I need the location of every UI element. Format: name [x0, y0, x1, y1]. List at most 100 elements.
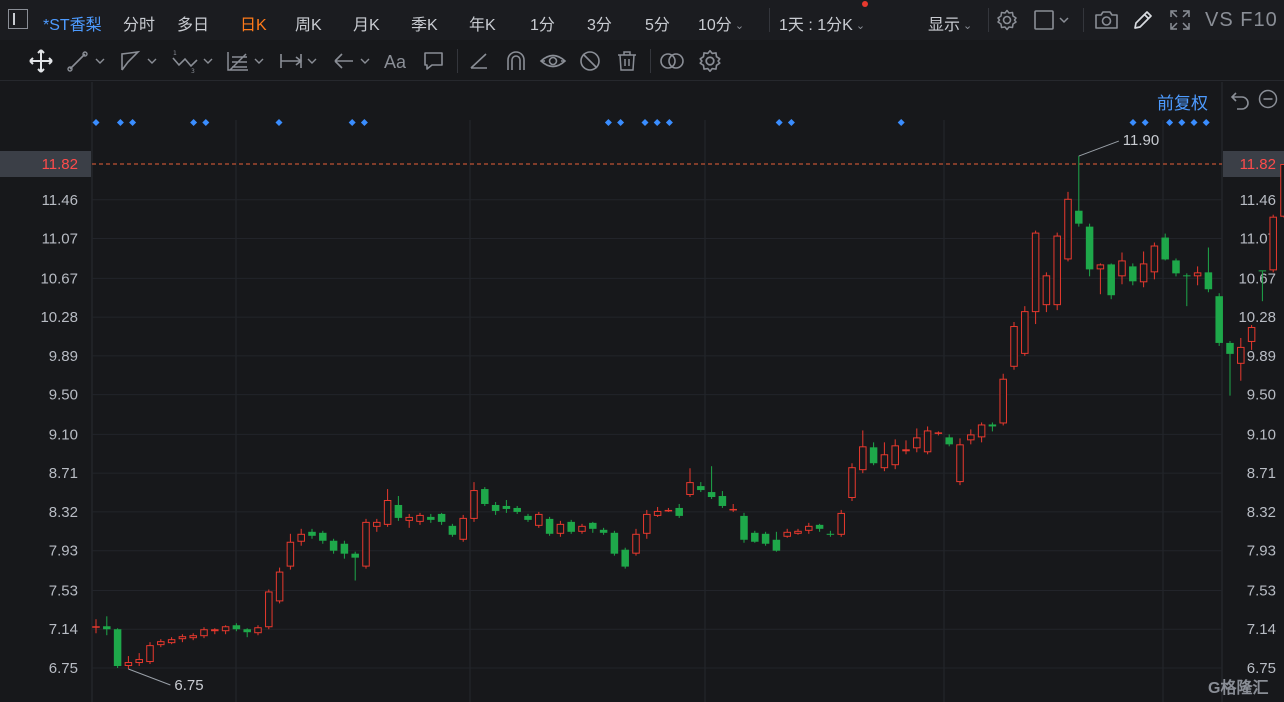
- candle-body: [232, 625, 241, 630]
- candle-body: [221, 626, 230, 632]
- top-bar: *ST香梨 分时 多日 日K 周K 月K 季K 年K 1分 3分 5分 10分 ⌄…: [0, 0, 1284, 40]
- trash-icon[interactable]: [614, 48, 640, 74]
- display-menu-button[interactable]: 显示 ⌄: [928, 11, 972, 35]
- candle-body: [1075, 210, 1083, 224]
- candle-body: [675, 507, 683, 516]
- candle-body: [956, 444, 964, 483]
- line-icon[interactable]: [66, 48, 110, 74]
- candle-body: [945, 437, 953, 445]
- candle-body: [297, 533, 305, 542]
- candle-body: [772, 539, 781, 551]
- link-icon[interactable]: [658, 48, 686, 74]
- pencil-icon[interactable]: [1131, 8, 1155, 32]
- candle-body: [977, 424, 986, 438]
- price-adjust-toggle[interactable]: 前复权: [1157, 89, 1208, 114]
- candle-body: [988, 424, 997, 427]
- tab-1min[interactable]: 1分: [530, 11, 555, 35]
- vs-f10-button[interactable]: VS F10: [1205, 9, 1278, 32]
- candle-body: [200, 629, 208, 637]
- layout-select-icon[interactable]: [1033, 8, 1073, 32]
- tab-quarter-k[interactable]: 季K: [411, 11, 438, 35]
- wave-icon[interactable]: 1 3: [170, 48, 218, 74]
- arrow-icon[interactable]: [331, 48, 375, 74]
- candle-body: [524, 515, 532, 520]
- tab-month-k[interactable]: 月K: [353, 11, 380, 35]
- channel-icon[interactable]: [118, 48, 162, 74]
- candle-body: [578, 525, 586, 532]
- panel-toggle-icon[interactable]: [8, 9, 28, 29]
- undo-icon[interactable]: [1229, 89, 1251, 111]
- tab-custom-period[interactable]: 1天 : 1分K ⌄: [779, 11, 865, 35]
- toolbar-divider: [1083, 8, 1084, 32]
- y-tick-label-left: 7.14: [49, 621, 78, 638]
- low-price-label: 6.75: [174, 677, 203, 694]
- settings-gear-icon[interactable]: [995, 8, 1019, 32]
- tab-5min[interactable]: 5分: [645, 11, 670, 35]
- candle-body: [470, 490, 478, 519]
- event-marker: [1178, 119, 1186, 126]
- candle-body: [1204, 272, 1213, 290]
- candle-body: [621, 549, 629, 567]
- y-tick-label-right: 11.82: [1240, 156, 1276, 173]
- candle-body: [783, 531, 791, 537]
- event-marker: [617, 119, 625, 126]
- candle-body: [265, 591, 273, 628]
- tab-intraday[interactable]: 分时: [123, 11, 155, 35]
- candle-body: [1021, 311, 1029, 354]
- fullscreen-icon[interactable]: [1168, 8, 1192, 32]
- candle-body: [1258, 270, 1267, 272]
- candle-body: [157, 641, 165, 646]
- fib-icon[interactable]: [225, 48, 269, 74]
- candle-body: [329, 540, 338, 551]
- drawing-toolbar: 1 3 Aa: [0, 41, 1284, 81]
- text-icon[interactable]: Aa: [384, 52, 406, 78]
- eye-icon[interactable]: [539, 48, 567, 74]
- event-marker: [116, 119, 124, 126]
- tab-custom-period-label: 1天 : 1分K: [779, 17, 853, 34]
- pen-icon[interactable]: [466, 48, 492, 74]
- hide-icon[interactable]: [577, 48, 603, 74]
- candle-body: [610, 532, 619, 554]
- candle-body: [707, 492, 716, 498]
- candle-body: [437, 513, 446, 522]
- candle-body: [999, 378, 1007, 424]
- candle-body: [1161, 237, 1169, 260]
- y-tick-label-left: 9.89: [49, 348, 78, 365]
- candle-body: [923, 430, 932, 453]
- magnet-icon[interactable]: [503, 48, 529, 74]
- candle-body: [902, 449, 910, 452]
- candle-body: [826, 533, 835, 535]
- candle-body: [362, 521, 370, 567]
- zoom-out-icon[interactable]: [1258, 89, 1278, 109]
- stock-name[interactable]: *ST香梨: [43, 11, 102, 35]
- candle-body: [729, 508, 737, 511]
- event-marker: [665, 119, 673, 126]
- camera-icon[interactable]: [1094, 8, 1120, 32]
- move-icon[interactable]: [28, 48, 54, 74]
- tab-week-k[interactable]: 周K: [295, 11, 322, 35]
- tab-3min[interactable]: 3分: [587, 11, 612, 35]
- y-tick-label-left: 11.46: [42, 192, 78, 209]
- tab-10min[interactable]: 10分 ⌄: [698, 11, 744, 35]
- event-marker: [1202, 119, 1210, 126]
- measure-icon[interactable]: [278, 48, 322, 74]
- candle-body: [913, 437, 921, 449]
- candle-body: [805, 525, 813, 531]
- candle-body: [416, 514, 424, 522]
- tab-multi-day[interactable]: 多日: [177, 11, 209, 35]
- toolbar-divider: [457, 49, 458, 73]
- tab-day-k[interactable]: 日K: [240, 11, 267, 35]
- candle-body: [740, 515, 748, 540]
- tab-year-k[interactable]: 年K: [469, 11, 496, 35]
- candlestick-chart[interactable]: 11.82 11.8211.46 11.4611.07 11.0710.67 10.67…: [0, 82, 1284, 702]
- toolbar-divider: [988, 8, 989, 32]
- candle-body: [880, 454, 889, 469]
- event-marker: [897, 119, 905, 126]
- candle-body: [394, 504, 403, 518]
- note-icon[interactable]: [421, 48, 447, 74]
- settings-icon[interactable]: [697, 48, 723, 74]
- candle-body: [686, 482, 694, 496]
- candle-body: [448, 525, 457, 535]
- event-marker: [1166, 119, 1174, 126]
- candle-body: [589, 522, 597, 529]
